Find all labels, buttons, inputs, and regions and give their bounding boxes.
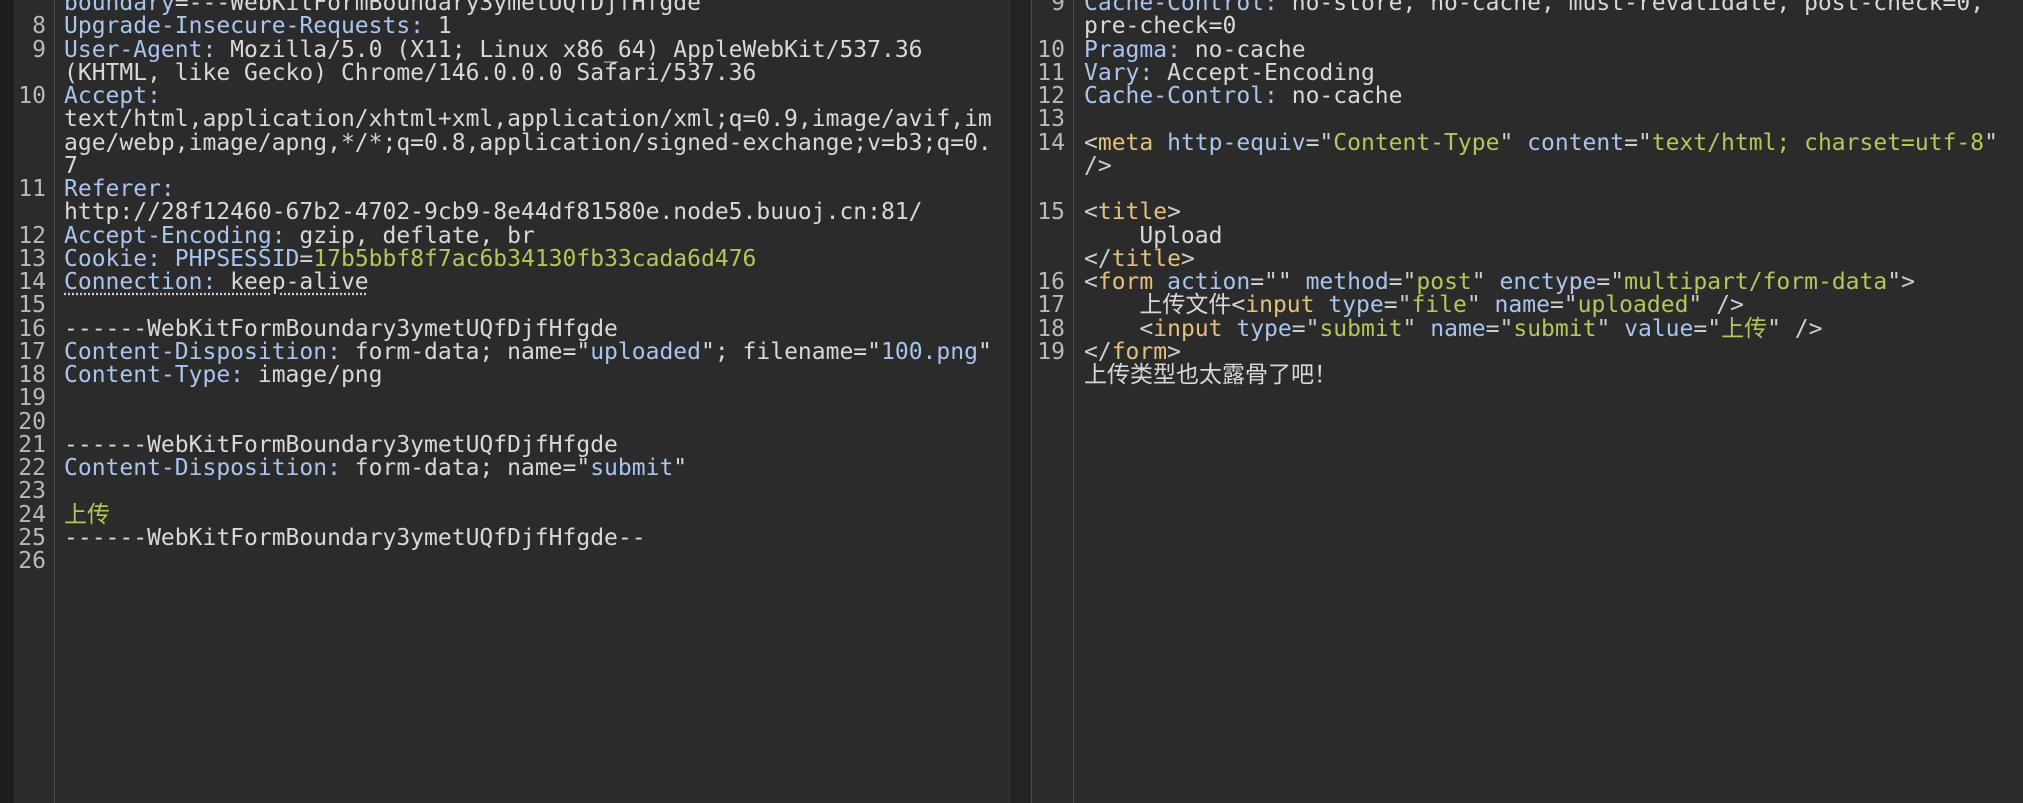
response-line: 上传类型也太露骨了吧！ [1031,360,2023,390]
code-token: 上传类型也太露骨了吧！ [1084,362,1337,388]
pane-splitter[interactable] [1009,0,1033,803]
request-line: 26 [14,546,1009,576]
http-viewer: boundary=---WebKitFormBoundary3ymetUQfDj… [0,0,2023,803]
response-viewer-pane[interactable]: 9 Cache-Control: no-store, no-cache, must… [1031,0,2023,803]
request-editor-pane[interactable]: boundary=---WebKitFormBoundary3ymetUQfDj… [14,0,1009,803]
line-number: 26 [18,548,46,574]
left-frame-edge [0,0,14,803]
code-text: 上传类型也太露骨了吧！ [1084,360,1337,390]
